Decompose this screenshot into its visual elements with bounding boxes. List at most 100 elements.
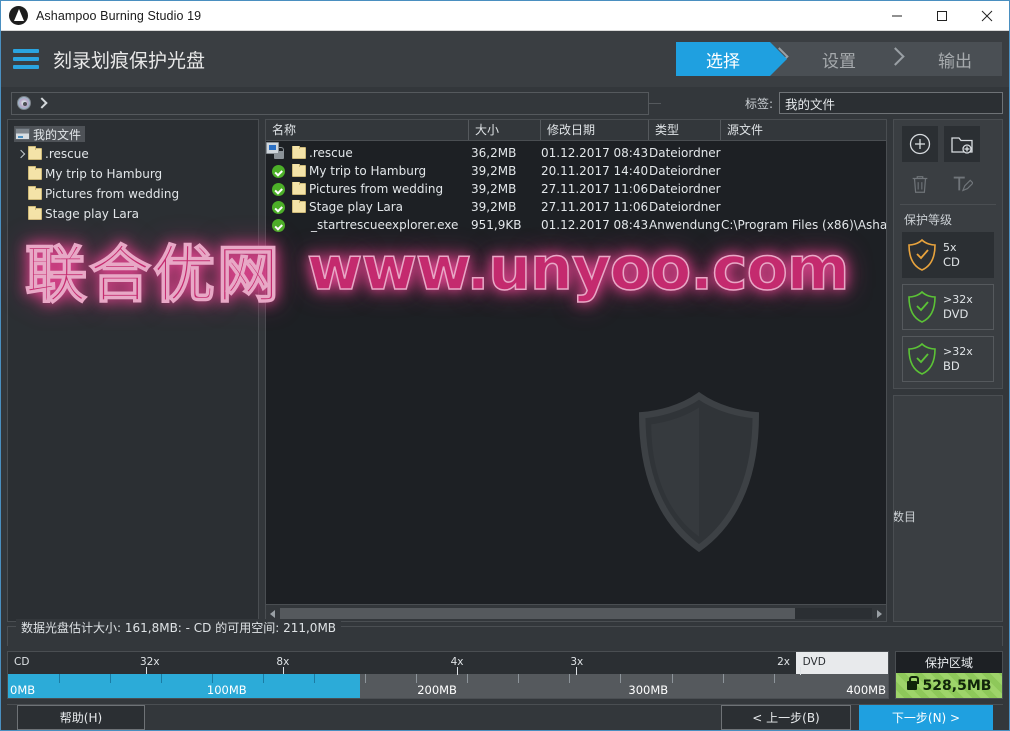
capacity-summary-text: 数据光盘估计大小: 161,8MB: - CD 的可用空间: 211,0MB (16, 619, 341, 636)
speed-mark-32x: 32x (140, 656, 160, 668)
button-bar: 帮助(H) < 上一步(B) 下一步(N) > (7, 704, 1003, 730)
help-button[interactable]: 帮助(H) (17, 705, 145, 730)
page-title: 刻录划痕保护光盘 (53, 46, 205, 73)
table-row[interactable]: Pictures from wedding 39,2MB 27.11.2017 … (266, 180, 886, 198)
chevron-right-icon[interactable] (16, 147, 28, 161)
step-settings[interactable]: 设置 (792, 42, 886, 76)
protection-speed: >32x (943, 345, 973, 359)
table-row[interactable]: .rescue 36,2MB 01.12.2017 08:43 Dateiord… (266, 144, 886, 162)
file-type: Dateiordner (649, 182, 721, 196)
footer-area: 数据光盘估计大小: 161,8MB: - CD 的可用空间: 211,0MB C… (1, 622, 1009, 730)
file-source: C:\Program Files (x86)\Ashampo (721, 218, 886, 232)
shield-check-icon (907, 342, 937, 376)
file-list-header: 名称 大小 修改日期 类型 源文件 (266, 120, 886, 141)
file-size: 39,2MB (469, 182, 541, 196)
protection-area-badge: 保护区域 528,5MB (895, 651, 1003, 699)
capacity-bar: CD DVD 32x 8x 4x 3x 2x (7, 651, 889, 699)
sidebar-toolbar-bottom (894, 162, 1002, 204)
tree-item-wedding[interactable]: Pictures from wedding (24, 186, 258, 202)
column-header-type[interactable]: 类型 (649, 120, 721, 140)
sidebar-lower-panel: 度 卡数目 (893, 395, 1003, 622)
check-circle-icon (272, 218, 286, 232)
right-sidebar: 保护等级 5x CD (893, 119, 1003, 622)
scroll-right-icon[interactable] (872, 606, 886, 621)
check-circle-icon (272, 200, 286, 214)
tree-root-label: 我的文件 (33, 126, 81, 143)
next-button[interactable]: 下一步(N) > (859, 705, 993, 730)
file-date: 01.12.2017 08:43 (541, 218, 649, 232)
add-folder-button[interactable] (944, 126, 980, 162)
file-list-panel: 名称 大小 修改日期 类型 源文件 .rescue 36,2MB (265, 119, 887, 622)
scrollbar-thumb[interactable] (280, 608, 795, 619)
step-indicator: 选择 设置 输出 (676, 42, 1002, 76)
hamburger-menu-icon[interactable] (13, 45, 39, 73)
column-header-name[interactable]: 名称 (266, 120, 469, 140)
folder-icon (292, 165, 306, 177)
tree-item-stageplay[interactable]: Stage play Lara (24, 206, 258, 222)
capacity-row: CD DVD 32x 8x 4x 3x 2x (7, 651, 1003, 699)
folder-icon (292, 147, 306, 159)
table-row[interactable]: My trip to Hamburg 39,2MB 20.11.2017 14:… (266, 162, 886, 180)
disc-icon (17, 96, 31, 110)
step-select-label: 选择 (706, 47, 740, 72)
file-date: 20.11.2017 14:40 (541, 164, 649, 178)
protection-option-dvd[interactable]: >32x DVD (902, 284, 994, 330)
minimize-icon[interactable] (874, 1, 919, 30)
cut-off-label-2: 卡数目 (893, 508, 916, 525)
breadcrumb[interactable] (11, 92, 649, 115)
capacity-fill (8, 674, 360, 698)
folder-icon (292, 183, 306, 195)
protection-media: CD (943, 255, 960, 269)
size-label-300: 300MB (628, 683, 668, 697)
column-header-size[interactable]: 大小 (469, 120, 541, 140)
capacity-cd-label: CD (14, 656, 29, 668)
plus-circle-icon (908, 132, 932, 156)
maximize-icon[interactable] (919, 1, 964, 30)
table-row[interactable]: _startrescueexplorer.exe 951,9KB 01.12.2… (266, 216, 886, 234)
scroll-left-icon[interactable] (266, 606, 280, 621)
check-circle-icon (272, 164, 286, 178)
step-output[interactable]: 输出 (908, 42, 1002, 76)
tree-item-label: My trip to Hamburg (45, 167, 162, 181)
protection-media: DVD (943, 307, 973, 321)
lock-icon (907, 681, 917, 690)
file-type: Dateiordner (649, 164, 721, 178)
capacity-summary-box: 数据光盘估计大小: 161,8MB: - CD 的可用空间: 211,0MB (7, 626, 1003, 646)
file-type: Anwendung (649, 218, 721, 232)
application-window: Ashampoo Burning Studio 19 刻录划痕保护光盘 选择 设… (0, 0, 1010, 731)
protection-media: BD (943, 359, 973, 373)
file-size: 36,2MB (469, 146, 541, 160)
protection-area-value: 528,5MB (923, 678, 992, 694)
protection-option-bd[interactable]: >32x BD (902, 336, 994, 382)
tree-item-label: Stage play Lara (45, 207, 139, 221)
rename-button[interactable] (944, 166, 980, 202)
file-size: 39,2MB (469, 200, 541, 214)
disc-label-input[interactable] (779, 92, 1003, 114)
protection-option-cd[interactable]: 5x CD (902, 232, 994, 278)
tree-item-rescue[interactable]: .rescue (24, 146, 258, 162)
file-name: _startrescueexplorer.exe (311, 218, 458, 232)
file-name: Pictures from wedding (309, 182, 443, 196)
protection-level-heading: 保护等级 (894, 205, 1002, 232)
previous-button[interactable]: < 上一步(B) (721, 705, 851, 730)
size-label-100: 100MB (207, 683, 247, 697)
column-header-date[interactable]: 修改日期 (541, 120, 649, 140)
horizontal-scrollbar[interactable] (266, 604, 886, 621)
chevron-right-icon (37, 95, 49, 111)
shield-watermark-icon (634, 392, 764, 552)
shield-check-icon (907, 290, 937, 324)
tree-root-node[interactable]: 我的文件 (8, 126, 258, 142)
table-row[interactable]: Stage play Lara 39,2MB 27.11.2017 11:06 … (266, 198, 886, 216)
sidebar-panel: 保护等级 5x CD (893, 119, 1003, 389)
column-header-source[interactable]: 源文件 (721, 120, 886, 140)
tree-item-hamburg[interactable]: My trip to Hamburg (24, 166, 258, 182)
file-size: 951,9KB (469, 218, 541, 232)
label-field-group: 标签: (745, 92, 1003, 114)
delete-button[interactable] (902, 166, 938, 202)
step-select[interactable]: 选择 (676, 42, 770, 76)
close-icon[interactable] (964, 1, 1009, 30)
path-divider (649, 103, 661, 104)
step-settings-label: 设置 (822, 47, 856, 72)
add-files-button[interactable] (902, 126, 938, 162)
scrollbar-track[interactable] (280, 608, 872, 619)
